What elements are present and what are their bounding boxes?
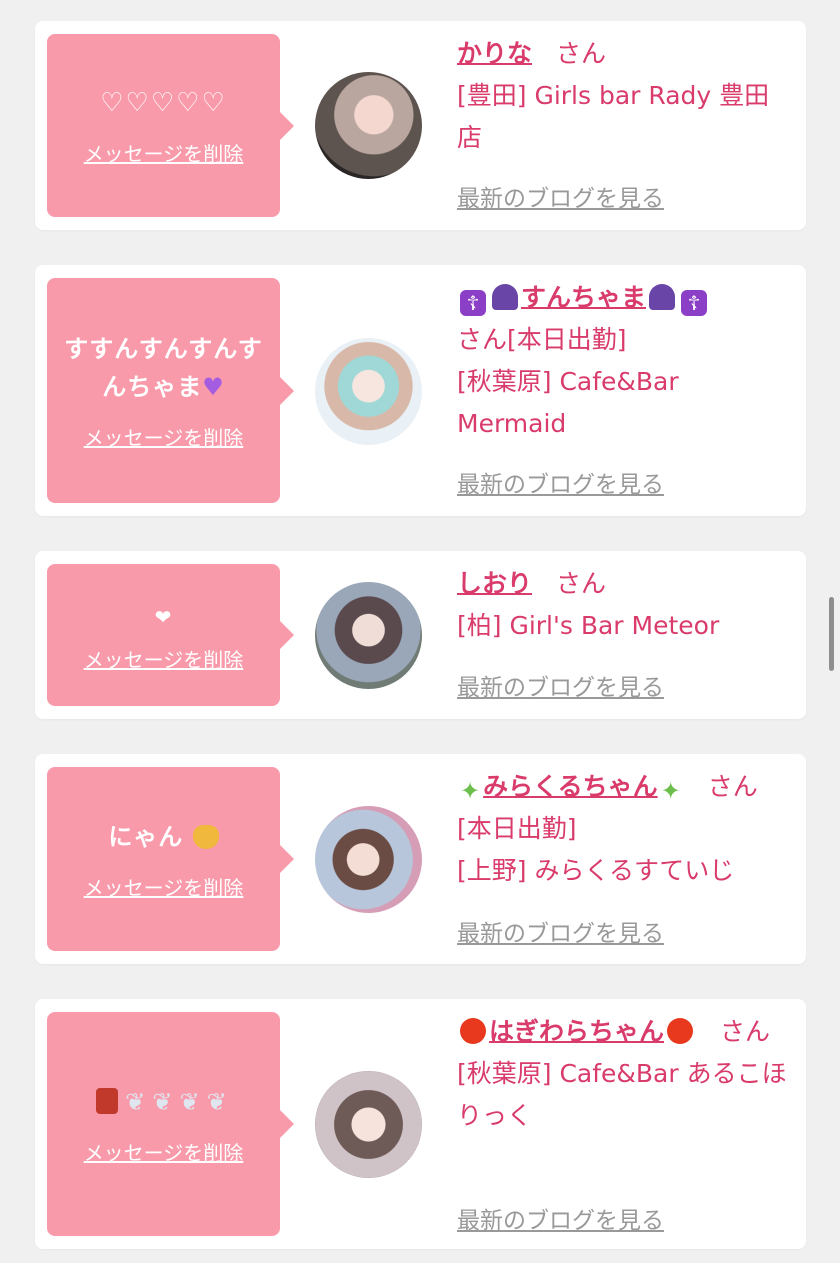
cast-info: ✦ みらくるちゃん ✦ さん [本日出勤] [上野] みらくるすていじ	[457, 766, 787, 892]
message-bubble: にゃん メッセージを削除	[47, 767, 294, 951]
delete-message-link[interactable]: メッセージを削除	[84, 422, 244, 451]
orthodox-cross-icon: ☦	[681, 290, 708, 316]
latest-blog-link[interactable]: 最新のブログを見る	[457, 668, 664, 702]
delete-message-link[interactable]: メッセージを削除	[84, 1137, 244, 1166]
message-card: すすんすんすんすんちゃま♥ メッセージを削除 ☦ すんちゃま ☦ さん[本日出勤] …	[35, 265, 806, 516]
message-text: すすんすんすんすんちゃま♥	[64, 335, 263, 401]
fairy-icon: ✦	[660, 777, 681, 805]
message-bubble: ❦ ❦ ❦ ❦ メッセージを削除	[47, 1012, 294, 1236]
message-text: ❦ ❦ ❦ ❦	[84, 1083, 242, 1121]
wing-icon: ❦	[206, 1087, 228, 1116]
orthodox-cross-icon: ☦	[460, 290, 486, 316]
avatar[interactable]	[315, 806, 422, 913]
scrollbar[interactable]	[829, 597, 834, 671]
shop-name: [秋葉原] Cafe&Bar Mermaid	[457, 367, 679, 438]
cast-name-link[interactable]: ✦ みらくるちゃん ✦	[457, 772, 684, 805]
cast-info: はぎわらちゃん さん [秋葉原] Cafe&Bar あるこほりっく	[457, 1011, 787, 1137]
wing-icon: ❦	[125, 1087, 147, 1116]
latest-blog-link[interactable]: 最新のブログを見る	[457, 465, 664, 499]
latest-blog-link[interactable]: 最新のブログを見る	[457, 1201, 664, 1235]
cast-name-link[interactable]: しおり	[457, 569, 532, 598]
delete-message-link[interactable]: メッセージを削除	[84, 872, 244, 901]
message-text: ❤	[154, 604, 173, 629]
honorific: さん	[457, 325, 508, 354]
avatar[interactable]	[315, 72, 422, 179]
honorific: さん	[707, 772, 758, 801]
wing-icon: ❦	[152, 1087, 174, 1116]
honorific: さん	[556, 39, 607, 68]
space-invader-icon	[649, 284, 676, 310]
space-invader-icon	[492, 284, 518, 310]
status-badge: [本日出勤]	[457, 814, 577, 843]
avatar[interactable]	[315, 582, 422, 689]
delete-message-link[interactable]: メッセージを削除	[84, 138, 244, 167]
message-card: ❦ ❦ ❦ ❦ メッセージを削除 はぎわらちゃん さん [秋葉原] Cafe&Bar あ…	[35, 999, 806, 1249]
cast-name-link[interactable]: かりな	[457, 39, 532, 68]
shop-name: [上野] みらくるすていじ	[457, 856, 735, 885]
message-bubble: ❤ メッセージを削除	[47, 564, 294, 706]
latest-blog-link[interactable]: 最新のブログを見る	[457, 179, 664, 213]
tomato-icon	[460, 1018, 486, 1044]
message-card: にゃん メッセージを削除 ✦ みらくるちゃん ✦ さん [本日出勤] [上野] みらく…	[35, 754, 806, 964]
fairy-icon: ✦	[460, 777, 481, 805]
delete-message-link[interactable]: メッセージを削除	[84, 644, 244, 673]
cat-face-icon	[192, 824, 219, 849]
purple-heart-icon: ♥	[202, 373, 225, 401]
avatar[interactable]	[315, 1071, 422, 1178]
message-card: ❤ メッセージを削除 しおり さん [柏] Girl's Bar Meteor 最…	[35, 551, 806, 719]
message-text: にゃん	[96, 818, 230, 856]
cast-info: かりな さん [豊田] Girls bar Rady 豊田店	[457, 33, 787, 159]
message-bubble: すすんすんすんすんちゃま♥ メッセージを削除	[47, 278, 294, 503]
slot-machine-icon	[96, 1087, 119, 1114]
message-card: ♡♡♡♡♡ メッセージを削除 かりな さん [豊田] Girls bar Rady…	[35, 21, 806, 230]
message-text: ♡♡♡♡♡	[100, 88, 227, 118]
cast-info: ☦ すんちゃま ☦ さん[本日出勤] [秋葉原] Cafe&Bar Mermaid	[457, 277, 787, 445]
cast-info: しおり さん [柏] Girl's Bar Meteor	[457, 563, 787, 647]
shop-name: [豊田] Girls bar Rady 豊田店	[457, 81, 770, 152]
latest-blog-link[interactable]: 最新のブログを見る	[457, 914, 664, 948]
shop-name: [秋葉原] Cafe&Bar あるこほりっく	[457, 1059, 787, 1130]
avatar[interactable]	[315, 338, 422, 445]
honorific: さん	[556, 569, 607, 598]
honorific: さん	[720, 1017, 771, 1046]
shop-name: [柏] Girl's Bar Meteor	[457, 611, 720, 640]
wing-icon: ❦	[179, 1087, 201, 1116]
cast-name-link[interactable]: はぎわらちゃん	[457, 1017, 696, 1046]
status-badge: [本日出勤]	[507, 325, 627, 354]
message-bubble: ♡♡♡♡♡ メッセージを削除	[47, 34, 294, 217]
cast-name-link[interactable]: ☦ すんちゃま ☦	[457, 283, 710, 316]
tomato-icon	[667, 1018, 694, 1044]
